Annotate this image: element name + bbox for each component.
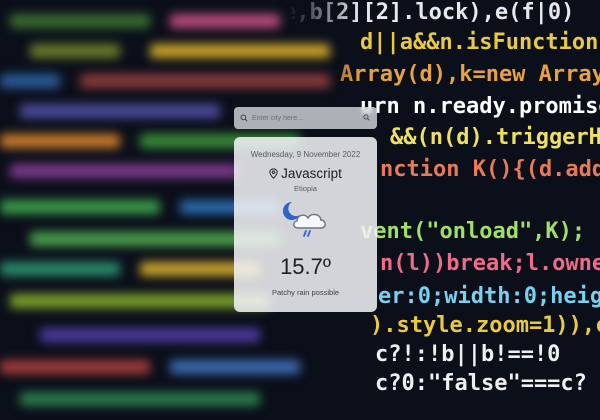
- code-line: ).style.zoom=1)),c,: [370, 313, 600, 338]
- search-bar: [234, 107, 377, 129]
- code-line: d||a&&n.isFunction(: [360, 30, 600, 55]
- weather-condition: Patchy rain possible: [271, 288, 340, 297]
- code-line: c?0:"false"===c?: [375, 371, 587, 396]
- weather-card: Wednesday, 9 November 2022 Javascript Et…: [234, 137, 377, 312]
- code-line: c?!:!b||b!==!0: [375, 342, 561, 367]
- code-line: vent("onload",K);: [360, 219, 586, 244]
- code-line: ;Node,b[2][2].lock),e(f|0): [230, 0, 575, 25]
- code-line: n(l))break;l.owner: [380, 251, 600, 276]
- code-line: er:0;width:0;heigh: [378, 284, 600, 309]
- city-name: Javascript: [281, 166, 342, 181]
- temperature: 15.7º: [280, 254, 331, 279]
- weather-date: Wednesday, 9 November 2022: [250, 150, 361, 159]
- code-line: Array(d),k=new Array: [340, 62, 600, 87]
- location-row: Javascript: [234, 164, 377, 183]
- code-line: urn n.ready.promise: [360, 94, 600, 119]
- search-submit-icon[interactable]: [363, 114, 371, 122]
- search-icon[interactable]: [240, 114, 248, 122]
- country-name: Etiopia: [294, 184, 317, 193]
- code-line: &&(n(d).triggerH: [390, 125, 600, 150]
- location-pin-icon: [269, 164, 278, 183]
- code-line: nction K(){(d.add: [380, 157, 600, 182]
- city-search-input[interactable]: [252, 114, 359, 122]
- moon-cloud-rain-icon: [282, 201, 326, 237]
